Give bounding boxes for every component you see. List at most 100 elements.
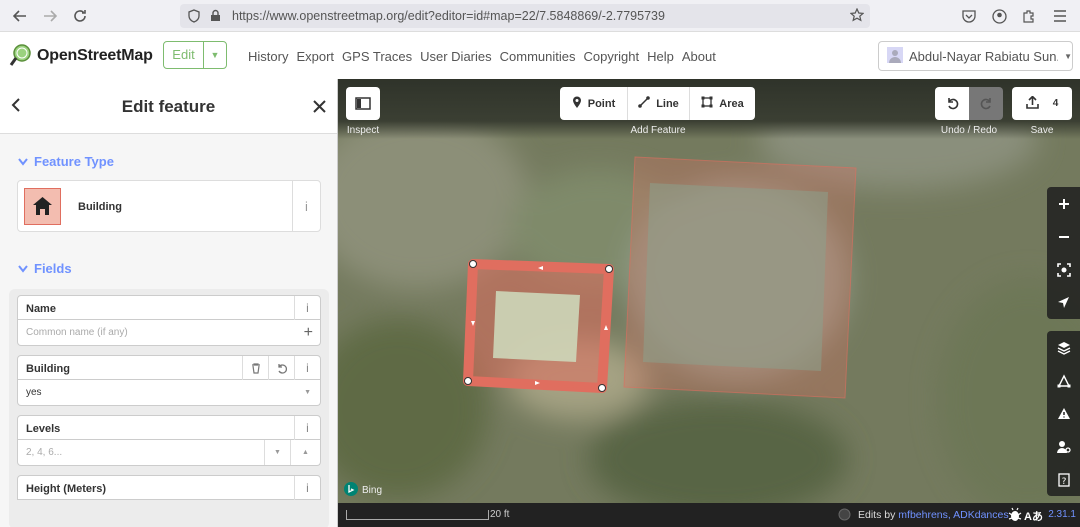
zoom-out-icon[interactable]: [1047, 220, 1080, 253]
fields-container: Name i Common name (if any) + Building i…: [9, 289, 329, 527]
redo-button[interactable]: [969, 87, 1003, 120]
name-input[interactable]: Common name (if any) +: [17, 320, 321, 346]
extensions-icon[interactable]: [1019, 6, 1039, 26]
map-canvas[interactable]: Inspect Point Line Area Add Feature Undo…: [338, 79, 1080, 527]
map-data-icon[interactable]: [1047, 364, 1080, 397]
user-menu[interactable]: Abdul-Nayar Rabiatu Sun... ▼: [878, 41, 1073, 71]
field-name: Name i Common name (if any) +: [17, 295, 321, 346]
line-button[interactable]: Line: [628, 87, 690, 120]
building-combo[interactable]: yes ▼: [17, 380, 321, 406]
account-icon[interactable]: [989, 6, 1009, 26]
info-icon[interactable]: i: [294, 416, 320, 440]
url-text: https://www.openstreetmap.org/edit?edito…: [232, 9, 665, 23]
chevron-down-icon: [18, 261, 28, 276]
bug-report-icon[interactable]: [1008, 507, 1022, 525]
nav-copyright[interactable]: Copyright: [583, 49, 639, 64]
translate-icon[interactable]: Aあ: [1024, 508, 1043, 524]
levels-placeholder: 2, 4, 6...: [26, 447, 63, 458]
close-icon[interactable]: [313, 100, 326, 116]
line-label: Line: [656, 97, 679, 110]
preset-label: Building: [78, 201, 122, 213]
area-button[interactable]: Area: [690, 87, 755, 120]
field-height: Height (Meters) i: [17, 475, 321, 500]
field-name-label: Name: [26, 303, 56, 315]
info-icon[interactable]: i: [292, 181, 320, 231]
osm-logo-text[interactable]: OpenStreetMap: [37, 47, 153, 65]
caret-down-icon[interactable]: ▼: [204, 42, 226, 68]
layers-icon[interactable]: [1047, 331, 1080, 364]
help-icon[interactable]: ?: [1047, 463, 1080, 496]
preset-building[interactable]: Building i: [17, 180, 321, 232]
history-panel-icon[interactable]: [838, 508, 851, 524]
user-avatar-icon: [887, 46, 903, 66]
levels-input[interactable]: 2, 4, 6... ▼ ▲: [17, 440, 321, 466]
inspect-button[interactable]: [346, 87, 380, 120]
nav-communities[interactable]: Communities: [500, 49, 576, 64]
nav-about[interactable]: About: [682, 49, 716, 64]
geolocate-icon[interactable]: [1047, 286, 1080, 319]
nav-help[interactable]: Help: [647, 49, 674, 64]
nav-export[interactable]: Export: [296, 49, 334, 64]
increment-icon[interactable]: ▲: [290, 440, 320, 465]
edit-button[interactable]: Edit ▼: [163, 41, 227, 69]
edits-prefix: Edits by: [858, 509, 899, 521]
feature-type-section[interactable]: Feature Type: [18, 154, 114, 169]
caret-down-icon[interactable]: ▼: [304, 389, 311, 396]
fields-section[interactable]: Fields: [18, 261, 72, 276]
save-button[interactable]: 4: [1012, 87, 1072, 120]
map-controls: ?: [1047, 187, 1080, 497]
menu-icon[interactable]: [1050, 6, 1070, 26]
add-icon[interactable]: +: [304, 324, 313, 342]
sidebar-title: Edit feature: [121, 97, 216, 116]
save-count: 4: [1052, 98, 1059, 109]
scale-bar: [346, 510, 489, 520]
nav-user-diaries[interactable]: User Diaries: [420, 49, 492, 64]
info-icon[interactable]: i: [294, 356, 320, 380]
url-bar[interactable]: https://www.openstreetmap.org/edit?edito…: [180, 4, 870, 28]
lock-icon[interactable]: [210, 9, 221, 25]
user-name: Abdul-Nayar Rabiatu Sun...: [909, 48, 1059, 64]
shield-icon[interactable]: [188, 9, 200, 26]
nav-history[interactable]: History: [248, 49, 288, 64]
upload-icon: [1025, 94, 1039, 112]
field-building: Building i yes ▼: [17, 355, 321, 406]
svg-text:?: ?: [1061, 477, 1066, 487]
edit-feature-sidebar: Edit feature Feature Type Building i Fie…: [0, 79, 338, 527]
add-feature-label: Add Feature: [630, 125, 686, 136]
fields-heading: Fields: [34, 261, 72, 276]
undo-button[interactable]: [935, 87, 969, 120]
undo-icon[interactable]: [268, 356, 294, 380]
zoom-in-icon[interactable]: [1047, 187, 1080, 220]
version-label[interactable]: 2.31.1: [1048, 509, 1076, 520]
nav-gps-traces[interactable]: GPS Traces: [342, 49, 412, 64]
forward-icon[interactable]: [40, 6, 60, 26]
undo-redo-label: Undo / Redo: [940, 125, 998, 136]
edit-button-label[interactable]: Edit: [164, 42, 204, 68]
reload-icon[interactable]: [70, 6, 90, 26]
area-label: Area: [719, 97, 744, 110]
top-nav: History Export GPS Traces User Diaries C…: [248, 49, 716, 64]
imagery-attribution[interactable]: Bing: [344, 482, 382, 499]
issues-icon[interactable]: [1047, 397, 1080, 430]
building-preset-icon: [24, 188, 61, 225]
osm-logo-icon[interactable]: [9, 43, 33, 67]
field-height-label: Height (Meters): [26, 483, 107, 495]
back-icon[interactable]: [10, 6, 30, 26]
info-icon[interactable]: i: [294, 296, 320, 320]
vertex-node: [598, 384, 606, 392]
feature-type-heading: Feature Type: [34, 154, 114, 169]
building-value: yes: [26, 387, 42, 398]
edits-users-link[interactable]: mfbehrens, ADKdances: [898, 509, 1008, 521]
decrement-icon[interactable]: ▼: [264, 440, 290, 465]
pocket-icon[interactable]: [959, 6, 979, 26]
zoom-to-selection-icon[interactable]: [1047, 253, 1080, 286]
field-building-label: Building: [26, 363, 70, 375]
info-icon[interactable]: i: [294, 476, 320, 500]
preferences-icon[interactable]: [1047, 430, 1080, 463]
vertex-node: [464, 377, 472, 385]
point-button[interactable]: Point: [560, 87, 628, 120]
chevron-down-icon: [18, 154, 28, 169]
bookmark-star-icon[interactable]: [849, 7, 865, 25]
trash-icon[interactable]: [242, 356, 268, 380]
scale-label: 20 ft: [490, 509, 510, 520]
